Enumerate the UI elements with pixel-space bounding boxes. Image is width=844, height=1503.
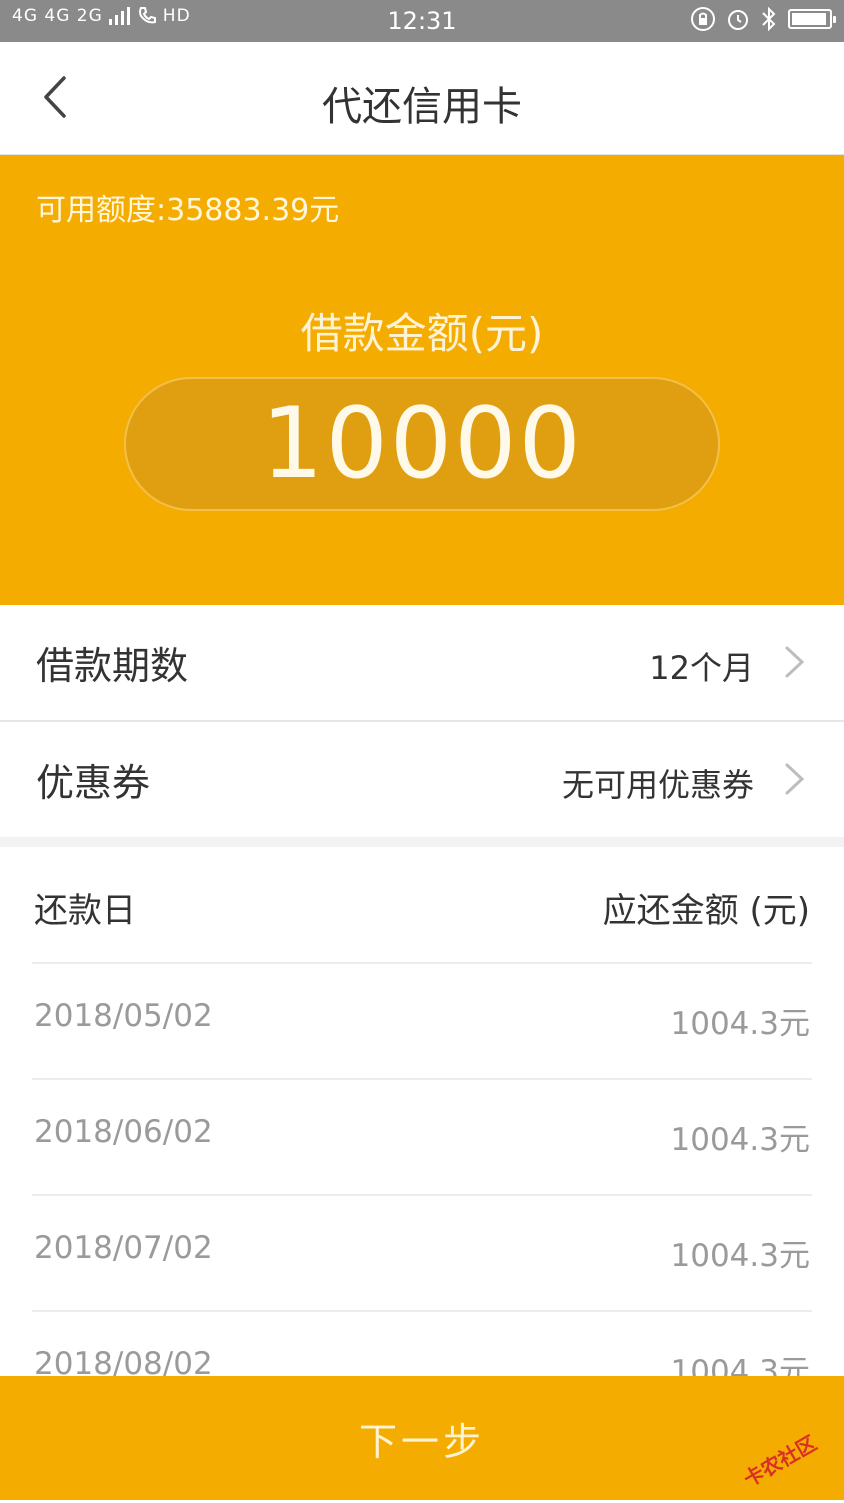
amount-input[interactable]: 10000	[124, 377, 720, 511]
repayment-amount: 1004.3元	[670, 1006, 810, 1042]
section-divider	[0, 837, 844, 847]
term-value: 12个月	[649, 649, 754, 687]
coupon-selector-row[interactable]: 优惠券 无可用优惠券	[0, 722, 844, 837]
term-label: 借款期数	[36, 644, 189, 688]
repayment-amount-header: 应还金额 (元)	[602, 891, 810, 931]
next-step-button[interactable]: 下一步 卡农社区	[0, 1376, 844, 1500]
term-selector-row[interactable]: 借款期数 12个月	[0, 605, 844, 722]
chevron-right-icon	[785, 646, 805, 678]
schedule-row: 2018/05/02 1004.3元	[32, 962, 812, 1078]
nav-bar: 代还信用卡	[0, 42, 844, 155]
coupon-value: 无可用优惠券	[561, 766, 754, 804]
repayment-date: 2018/07/02	[34, 1230, 213, 1266]
repayment-date: 2018/06/02	[34, 1114, 213, 1150]
schedule-header: 还款日 应还金额 (元)	[0, 847, 844, 962]
repayment-amount: 1004.3元	[670, 1122, 810, 1158]
next-step-label: 下一步	[358, 1419, 485, 1464]
page-title: 代还信用卡	[322, 84, 522, 130]
repayment-date: 2018/05/02	[34, 998, 213, 1034]
coupon-label: 优惠券	[36, 761, 151, 805]
watermark-logo: 卡农社区	[731, 1417, 836, 1503]
amount-label: 借款金额(元)	[300, 309, 544, 358]
repayment-date-header: 还款日	[34, 891, 136, 931]
bluetooth-icon	[762, 6, 776, 32]
battery-icon	[788, 9, 836, 29]
rotation-lock-icon	[691, 7, 715, 31]
available-credit: 可用额度:35883.39元	[36, 193, 340, 228]
alarm-icon	[728, 10, 748, 30]
repayment-schedule: 2018/05/02 1004.3元 2018/06/02 1004.3元 20…	[0, 962, 844, 1426]
watermark-text: 卡农社区	[739, 1431, 820, 1492]
loan-amount-panel: 可用额度:35883.39元 借款金额(元) 10000	[0, 155, 844, 605]
status-icons	[690, 6, 836, 32]
schedule-row: 2018/07/02 1004.3元	[32, 1194, 812, 1310]
chevron-right-icon	[785, 763, 805, 795]
status-bar: 4G 4G 2G HD 12:31	[0, 0, 844, 42]
repayment-amount: 1004.3元	[670, 1238, 810, 1274]
amount-value: 10000	[261, 387, 583, 501]
schedule-row: 2018/06/02 1004.3元	[32, 1078, 812, 1194]
